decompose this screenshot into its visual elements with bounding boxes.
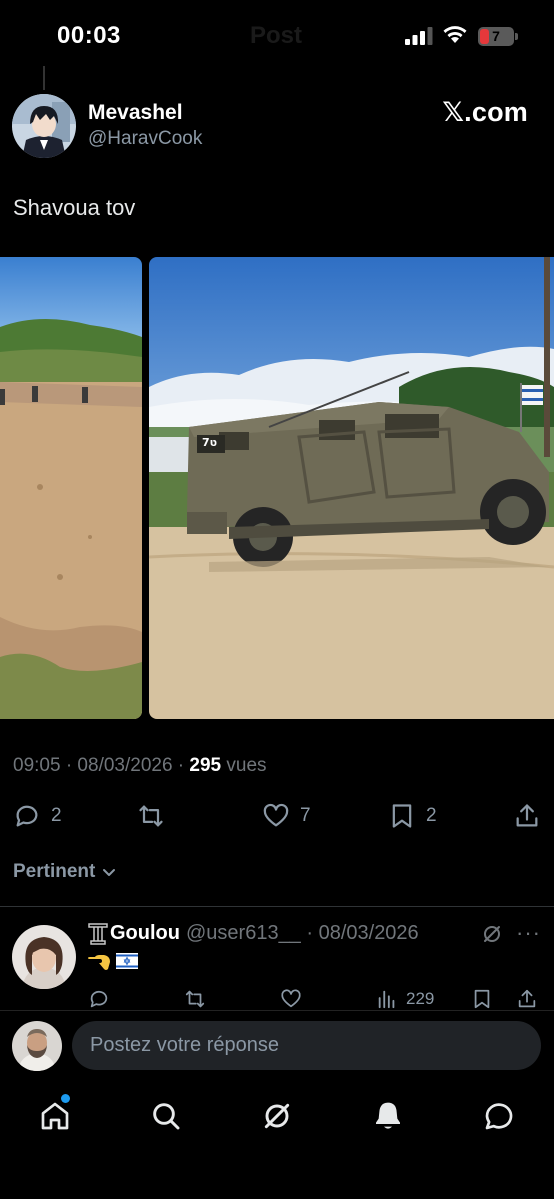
reply-handle-date[interactable]: @user613__ · 08/03/2026: [186, 922, 419, 945]
reply-reply-button[interactable]: [88, 985, 110, 1013]
battery-level: 7: [492, 28, 500, 44]
repost-button[interactable]: [137, 796, 175, 836]
reply-share-button[interactable]: [516, 985, 538, 1013]
reply-content: [88, 950, 138, 972]
reply-avatar[interactable]: [12, 925, 76, 989]
divider: [0, 906, 554, 907]
search-icon: [153, 1103, 180, 1130]
views-label: vues: [221, 755, 267, 776]
nav-grok[interactable]: [257, 1096, 297, 1136]
reply-bookmark-button[interactable]: [471, 985, 493, 1013]
post-action-bar: 2 7 2: [0, 796, 554, 836]
nav-home[interactable]: [35, 1096, 75, 1136]
sort-dropdown[interactable]: Pertinent: [13, 861, 117, 883]
reply-icon: [16, 805, 38, 827]
heart-icon: [281, 989, 301, 1008]
author-name[interactable]: Mevashel: [88, 101, 183, 125]
post-timestamp: 09:05 · 08/03/2026 ·: [13, 755, 190, 776]
post-text: Shavoua tov: [13, 195, 136, 220]
post-image-vehicle[interactable]: 7ט: [149, 257, 554, 719]
heart-icon: [263, 803, 289, 827]
home-icon: [41, 1102, 69, 1130]
reply-views-count: 229: [406, 989, 435, 1008]
status-time: 00:03: [57, 22, 121, 49]
reply-button[interactable]: 2: [13, 796, 62, 836]
wifi-icon: [443, 26, 467, 43]
views-count: 295: [189, 755, 222, 776]
nav-messages[interactable]: [479, 1096, 519, 1136]
reply-author-name[interactable]: Goulou: [110, 922, 180, 945]
israel-flag-icon: [116, 953, 138, 969]
reply-icon: [90, 990, 108, 1008]
header-title: Post: [250, 22, 303, 49]
author-avatar[interactable]: [12, 94, 76, 158]
analytics-icon: [378, 990, 395, 1009]
bottom-nav: [0, 1082, 554, 1199]
brand-watermark: 𝕏.com: [442, 97, 528, 127]
bookmark-icon: [392, 804, 412, 828]
repost-icon: [139, 805, 163, 827]
bookmark-icon: [474, 989, 490, 1009]
share-icon: [516, 804, 538, 827]
nav-notifications[interactable]: [368, 1096, 408, 1136]
current-user-avatar[interactable]: [12, 1021, 62, 1071]
post-image-field[interactable]: [0, 257, 142, 719]
reply-views-button[interactable]: 229: [376, 985, 434, 1013]
post-meta: 09:05 · 08/03/2026 · 295 vues: [13, 755, 267, 777]
reply-header: Goulou @user613__ · 08/03/2026: [88, 922, 419, 945]
share-icon: [518, 989, 536, 1008]
column-icon: [88, 922, 108, 945]
chevron-down-icon: [103, 869, 116, 876]
author-handle[interactable]: @HaravCook: [88, 128, 202, 150]
reply-like-button[interactable]: [280, 985, 302, 1013]
grok-icon[interactable]: [480, 922, 504, 946]
reply-repost-button[interactable]: [184, 985, 206, 1013]
cellular-signal-icon: [405, 27, 433, 45]
grok-icon: [264, 1103, 290, 1129]
message-icon: [485, 1103, 513, 1130]
reply-action-bar: 229: [0, 985, 554, 1013]
pointing-hand-icon: [88, 955, 110, 970]
sort-label: Pertinent: [13, 861, 96, 882]
bookmark-count: 2: [426, 805, 437, 826]
repost-icon: [185, 990, 205, 1008]
share-button[interactable]: [513, 796, 541, 836]
bell-icon: [376, 1102, 400, 1129]
like-button[interactable]: 7: [262, 796, 311, 836]
more-options-button[interactable]: ···: [516, 920, 541, 946]
vehicle-plate: 7ט: [202, 436, 218, 449]
battery-icon: 7: [478, 27, 518, 46]
reply-input[interactable]: [72, 1021, 541, 1070]
reply-count: 2: [51, 805, 62, 826]
nav-search[interactable]: [146, 1096, 186, 1136]
bookmark-button[interactable]: 2: [388, 796, 437, 836]
like-count: 7: [300, 805, 311, 826]
thread-line: [43, 66, 45, 90]
notification-dot: [61, 1094, 70, 1103]
status-bar: 00:03 Post 7: [0, 0, 554, 70]
